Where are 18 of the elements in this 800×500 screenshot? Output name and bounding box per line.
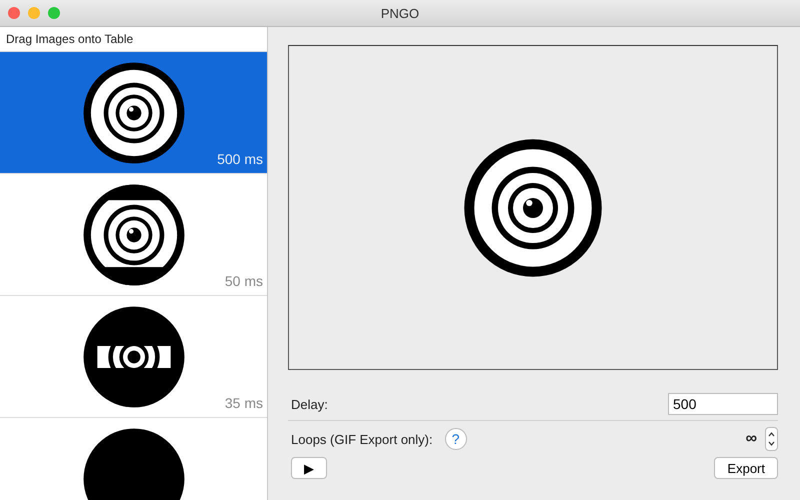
delay-label: Delay: <box>291 396 328 412</box>
frame-row[interactable]: 50 ms <box>0 174 267 296</box>
window-title: PNGO <box>380 6 420 20</box>
export-button[interactable]: Export <box>714 457 778 479</box>
delay-field[interactable]: 500 <box>668 393 778 415</box>
play-button[interactable]: ▶ <box>291 457 327 479</box>
minimize-icon[interactable] <box>28 7 40 19</box>
help-button[interactable]: ? <box>444 428 467 450</box>
frame-delay: 50 ms <box>224 273 264 291</box>
close-icon[interactable] <box>8 7 20 19</box>
frame-row[interactable]: 35 ms <box>0 296 267 418</box>
frame-delay: 35 ms <box>224 395 264 413</box>
loops-value: ∞ <box>746 430 757 448</box>
frame-delay: 500 ms <box>217 151 264 169</box>
zoom-icon[interactable] <box>48 7 60 19</box>
stepper-icon[interactable] <box>765 427 778 451</box>
frame-row[interactable]: 500 ms <box>0 52 267 174</box>
loops-label: Loops (GIF Export only): <box>291 432 433 446</box>
